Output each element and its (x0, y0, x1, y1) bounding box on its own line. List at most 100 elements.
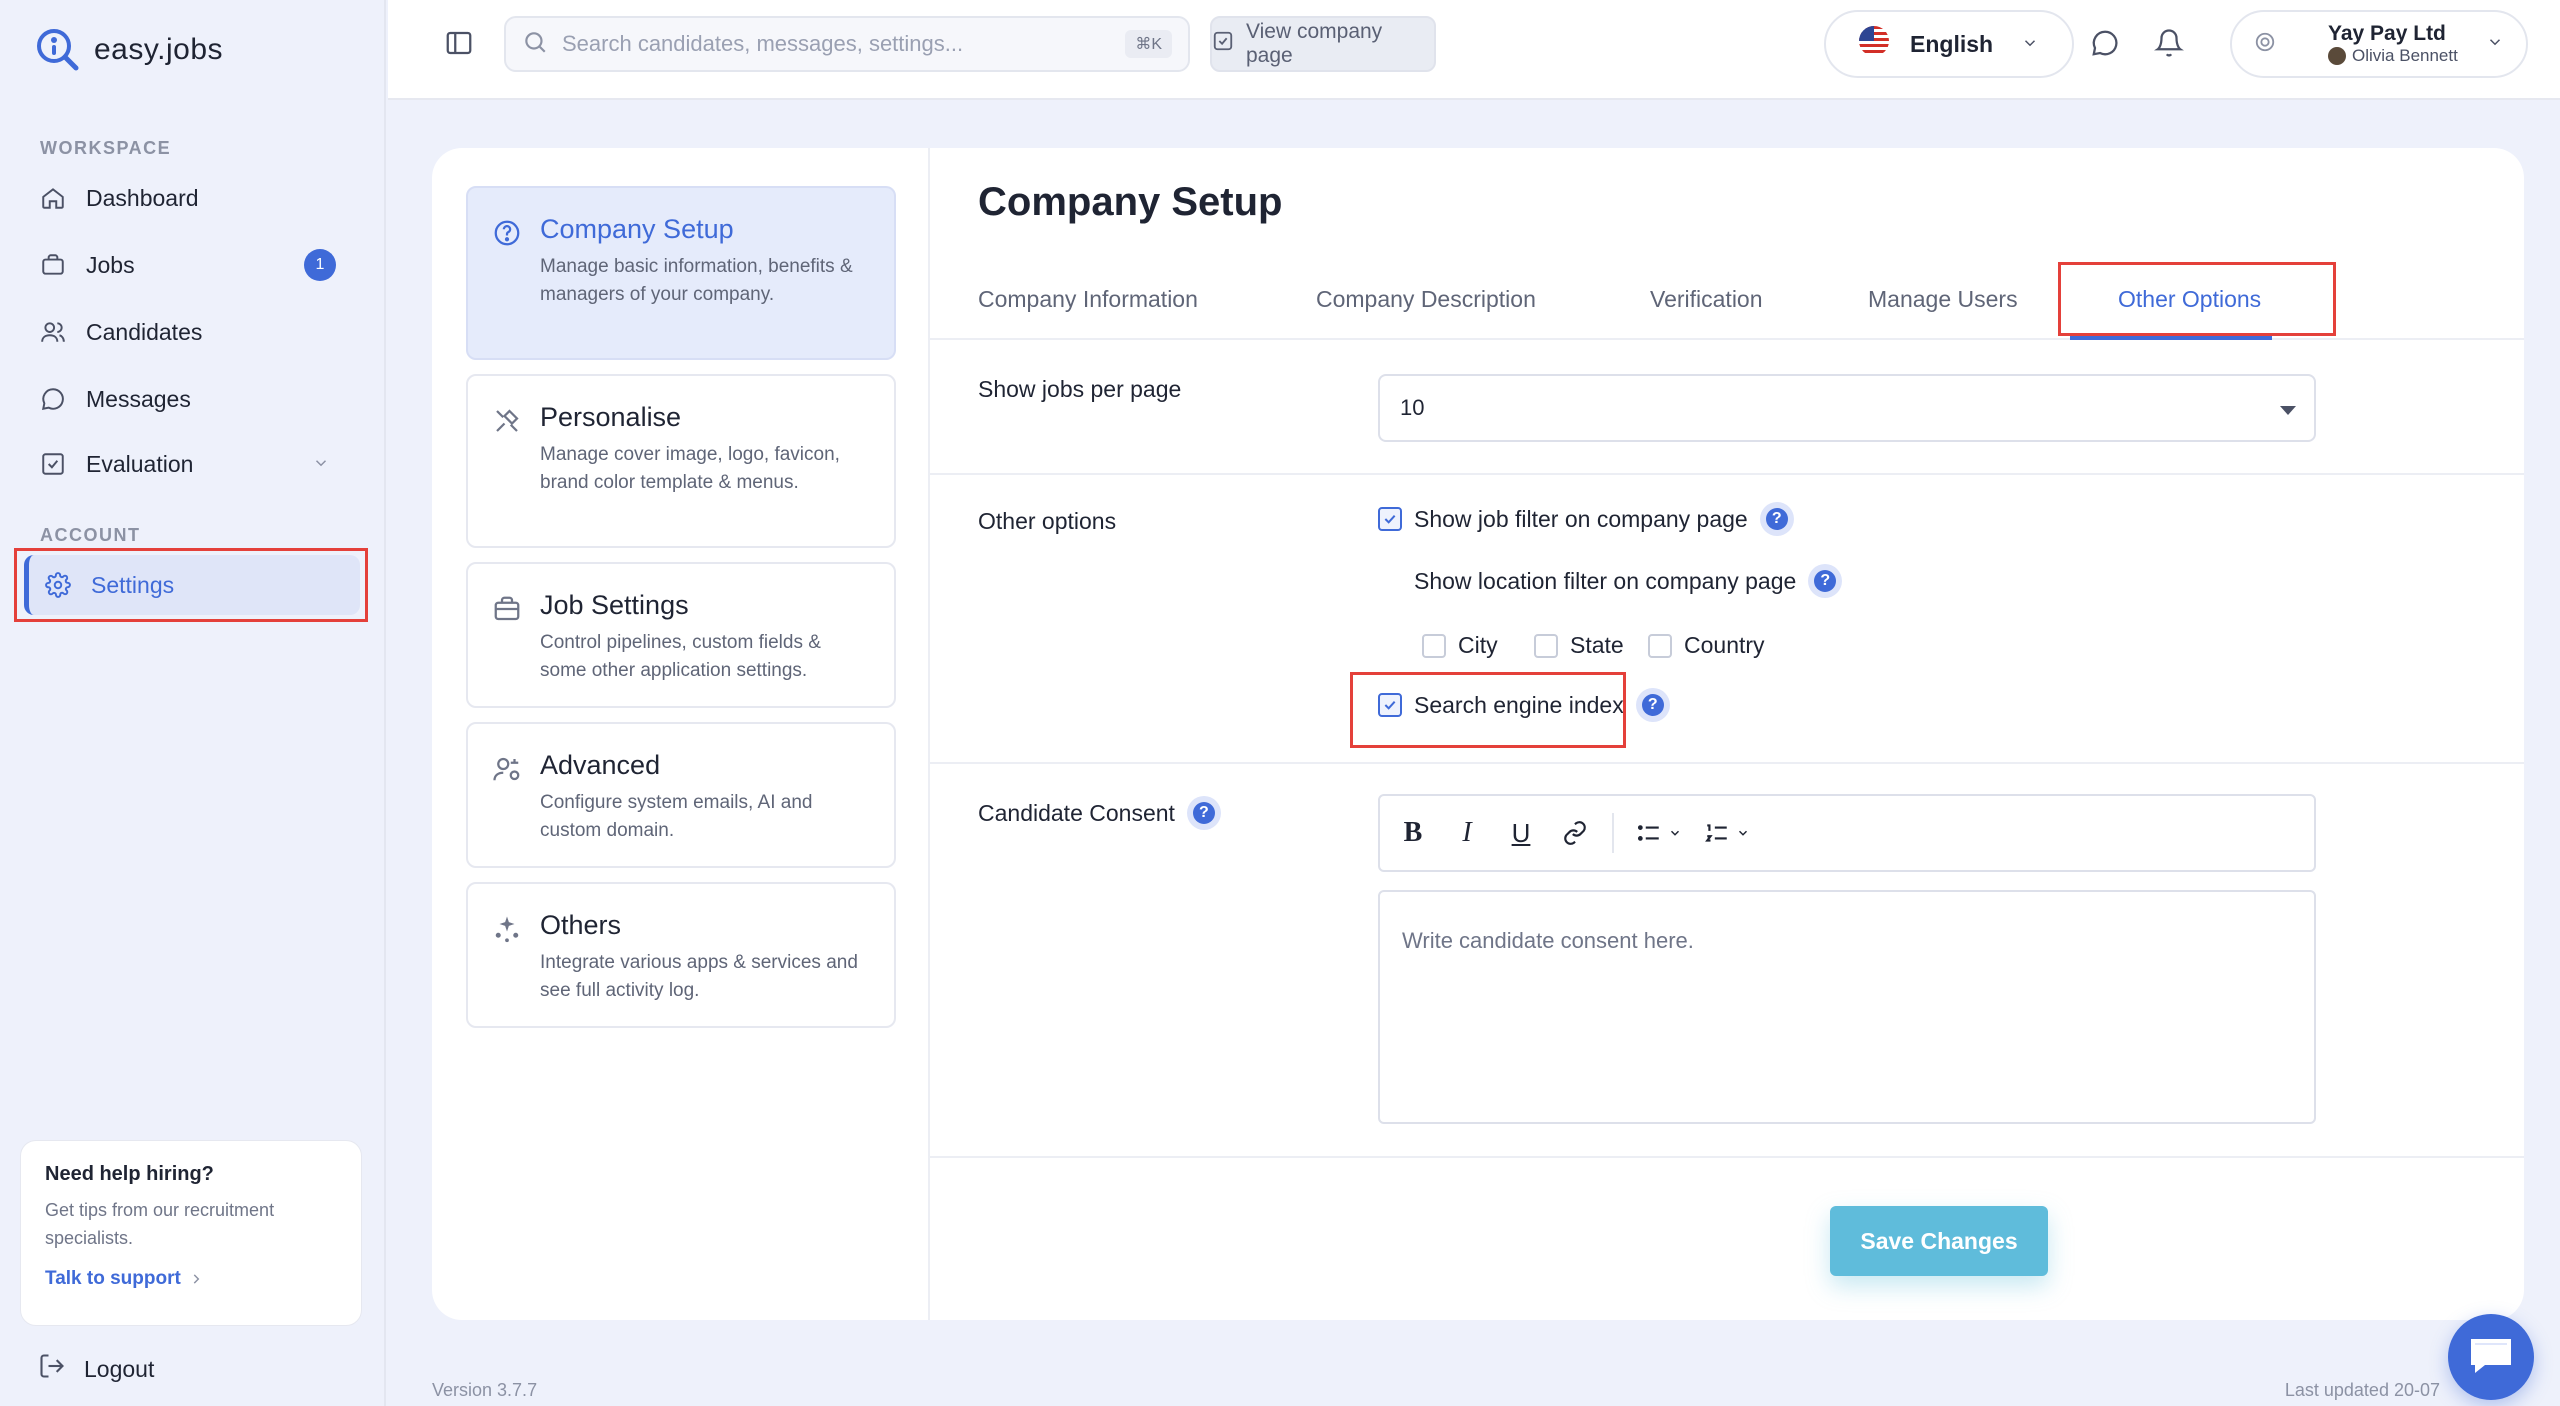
last-updated-text: Last updated 20-07 (2284, 1380, 2440, 1400)
topbar: ⌘K View company page English (388, 0, 2560, 100)
users-icon (38, 317, 68, 347)
country-checkbox[interactable] (1648, 633, 1672, 658)
check-icon (1384, 514, 1396, 524)
help-card-text: Get tips from our recruitment specialist… (45, 1200, 275, 1248)
menu-company-setup[interactable]: Company Setup Manage basic information, … (466, 186, 896, 360)
other-options-highlight-box (2058, 262, 2336, 336)
jobs-per-page-select[interactable]: 10 (1378, 374, 2316, 442)
page-title: Company Setup (978, 180, 1283, 224)
sidebar-item-label: Dashboard (86, 184, 199, 211)
chat-widget-button[interactable] (2448, 1314, 2534, 1400)
city-label: City (1458, 632, 1498, 658)
menu-desc: Control pipelines, custom fields & some … (540, 632, 821, 681)
consent-placeholder: Write candidate consent here. (1402, 928, 1694, 953)
job-filter-checkbox[interactable] (1378, 507, 1402, 531)
sidebar-item-jobs[interactable]: Jobs 1 (24, 235, 360, 295)
tab-verification[interactable]: Verification (1650, 286, 1763, 313)
logo-text: easy.jobs (94, 33, 224, 66)
sidebar-item-label: Evaluation (86, 450, 194, 477)
logo-icon (37, 29, 79, 71)
location-country-option: Country (1648, 632, 1765, 659)
menu-title: Others (540, 910, 622, 940)
logout-icon (38, 1352, 66, 1386)
sidebar-item-dashboard[interactable]: Dashboard (24, 168, 360, 228)
consent-editor[interactable]: Write candidate consent here. (1378, 890, 2316, 1124)
talk-to-support-label: Talk to support (45, 1268, 181, 1289)
view-company-page-button[interactable]: View company page (1210, 16, 1436, 72)
account-label: ACCOUNT (40, 525, 141, 545)
sidebar-item-label: Candidates (86, 318, 203, 345)
help-icon[interactable]: ? (1808, 564, 1843, 598)
menu-title: Personalise (540, 402, 682, 432)
caret-down-icon (2280, 406, 2296, 415)
location-filter-option: Show location filter on company page ? (1414, 564, 1843, 598)
language-selector[interactable]: English (1824, 10, 2074, 78)
city-checkbox[interactable] (1422, 633, 1446, 658)
help-icon[interactable]: ? (1759, 502, 1794, 536)
tab-manage-users[interactable]: Manage Users (1868, 286, 2018, 313)
candidate-consent-heading: Candidate Consent ? (978, 796, 1221, 830)
bell-icon[interactable] (2154, 28, 2184, 63)
company-switcher[interactable]: Yay Pay Ltd Olivia Bennett (2230, 10, 2528, 78)
menu-personalise[interactable]: Personalise Manage cover image, logo, fa… (466, 374, 896, 548)
settings-card: Company Setup Manage basic information, … (432, 148, 2524, 1320)
menu-desc: Configure system emails, AI and custom d… (540, 792, 813, 841)
menu-desc: Integrate various apps & services and se… (540, 952, 858, 1001)
workspace-label: WORKSPACE (40, 138, 172, 158)
view-company-page-label: View company page (1246, 20, 1383, 67)
external-check-icon (1212, 30, 1234, 58)
settings-content: Company Setup Company Information Compan… (930, 148, 2524, 1320)
bullet-list-icon[interactable] (1634, 813, 1682, 853)
active-tab-indicator (2070, 336, 2272, 340)
state-label: State (1570, 632, 1624, 658)
menu-desc: Manage basic information, benefits & man… (540, 256, 853, 305)
help-card: Need help hiring? Get tips from our recr… (20, 1140, 362, 1326)
underline-icon[interactable]: U (1504, 813, 1538, 853)
sidebar-item-messages[interactable]: Messages (24, 369, 360, 429)
briefcase-icon (38, 250, 68, 280)
tab-company-description[interactable]: Company Description (1316, 286, 1536, 313)
divider (930, 473, 2524, 475)
sidebar: easy.jobs WORKSPACE Dashboard Jobs 1 Can… (0, 0, 386, 1406)
chevron-down-icon[interactable] (312, 451, 330, 478)
talk-to-support-link[interactable]: Talk to support (45, 1268, 337, 1290)
italic-icon[interactable]: I (1450, 813, 1484, 853)
logo[interactable]: easy.jobs (34, 26, 223, 74)
chevron-down-icon (2486, 33, 2504, 56)
tab-company-information[interactable]: Company Information (978, 286, 1198, 313)
sidebar-toggle-icon[interactable] (444, 28, 474, 63)
candidate-consent-label: Candidate Consent (978, 799, 1175, 826)
menu-job-settings[interactable]: Job Settings Control pipelines, custom f… (466, 562, 896, 708)
chevron-down-icon (2021, 31, 2039, 58)
search-box[interactable]: ⌘K (504, 16, 1190, 72)
briefcase-icon (492, 594, 522, 629)
search-engine-index-highlight-box (1350, 672, 1626, 748)
chevron-right-icon (193, 1274, 200, 1284)
help-icon[interactable]: ? (1635, 688, 1670, 722)
sidebar-item-evaluation[interactable]: Evaluation (24, 434, 360, 494)
us-flag-icon (1854, 26, 1894, 62)
bold-icon[interactable]: B (1396, 813, 1430, 853)
numbered-list-icon[interactable] (1702, 813, 1750, 853)
chat-icon[interactable] (2090, 28, 2120, 63)
chat-bubble-icon (2471, 1339, 2511, 1373)
help-card-title: Need help hiring? (45, 1163, 214, 1185)
menu-title: Company Setup (540, 214, 734, 244)
logout-button[interactable]: Logout (38, 1352, 154, 1386)
menu-title: Advanced (540, 750, 661, 780)
jobs-count-badge: 1 (304, 249, 336, 281)
company-name: Yay Pay Ltd (2328, 22, 2446, 45)
search-input[interactable] (562, 31, 1112, 57)
menu-advanced[interactable]: Advanced Configure system emails, AI and… (466, 722, 896, 868)
menu-others[interactable]: Others Integrate various apps & services… (466, 882, 896, 1028)
sidebar-item-candidates[interactable]: Candidates (24, 302, 360, 362)
search-shortcut: ⌘K (1125, 30, 1172, 58)
location-state-option: State (1534, 632, 1624, 659)
link-icon[interactable] (1558, 813, 1592, 853)
state-checkbox[interactable] (1534, 633, 1558, 658)
help-icon[interactable]: ? (1186, 796, 1221, 830)
toolbar-separator (1612, 813, 1614, 853)
save-changes-button[interactable]: Save Changes (1830, 1206, 2048, 1276)
menu-desc: Manage cover image, logo, favicon, brand… (540, 444, 840, 493)
divider (930, 762, 2524, 764)
